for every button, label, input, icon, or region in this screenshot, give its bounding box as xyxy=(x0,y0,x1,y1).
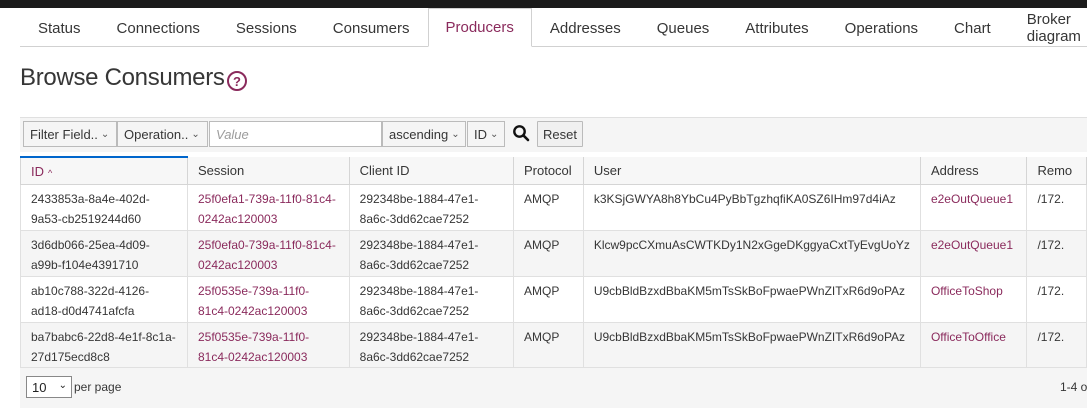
table-header-row: ID ^ Session Client ID Protocol User Addr… xyxy=(20,156,1087,185)
sort-field-label: ID xyxy=(474,126,487,142)
cell-remote: /172. xyxy=(1026,276,1087,323)
chevron-down-icon: ⌄ xyxy=(58,380,67,391)
cell-user: U9cbBldBzxdBbaKM5mTsSkBoFpwaePWnZITxR6d9… xyxy=(582,322,921,369)
per-page-label: per page xyxy=(74,380,122,394)
tab-broker-diagram[interactable]: Broker diagram xyxy=(1009,8,1087,47)
table-row: 3d6db066-25ea-4d09-a99b-f104e4391710 25f… xyxy=(20,230,1087,277)
cell-client-id: 292348be-1884-47e1-8a6c-3dd62cae7252 xyxy=(348,230,514,277)
column-header-protocol[interactable]: Protocol xyxy=(512,157,584,185)
table-row: ba7babc6-22d8-4e1f-8c1a-27d175ecd8c8 25f… xyxy=(20,322,1087,369)
reset-button[interactable]: Reset xyxy=(537,121,583,147)
sort-order-label: ascending xyxy=(389,126,449,142)
cell-remote: /172. xyxy=(1026,322,1087,369)
cell-protocol: AMQP xyxy=(512,230,584,277)
filter-field-dropdown[interactable]: Filter Field.. ⌄ xyxy=(23,121,117,147)
cell-address-link[interactable]: e2eOutQueue1 xyxy=(919,230,1028,277)
chevron-down-icon: ⌄ xyxy=(100,128,110,140)
sort-ascending-icon: ^ xyxy=(48,167,53,178)
column-header-client-id[interactable]: Client ID xyxy=(348,157,514,185)
nav-tabs: Status Connections Sessions Consumers Pr… xyxy=(20,8,1087,47)
filter-field-label: Filter Field.. xyxy=(30,126,98,142)
cell-client-id: 292348be-1884-47e1-8a6c-3dd62cae7252 xyxy=(348,276,514,323)
pagination-range: 1-4 o xyxy=(1060,380,1087,394)
sort-field-dropdown[interactable]: ID ⌄ xyxy=(467,121,505,147)
cell-session-link[interactable]: 25f0535e-739a-11f0-81c4-0242ac120003 xyxy=(186,276,350,323)
cell-client-id: 292348be-1884-47e1-8a6c-3dd62cae7252 xyxy=(348,322,514,369)
cell-client-id: 292348be-1884-47e1-8a6c-3dd62cae7252 xyxy=(348,184,514,231)
cell-user: k3KSjGWYA8h8YbCu4PyBbTgzhqfiKA0SZ6IHm97d… xyxy=(582,184,921,231)
cell-user: Klcw9pcCXmuAsCWTKDy1N2xGgeDKggyaCxtTyEvg… xyxy=(582,230,921,277)
cell-id: 2433853a-8a4e-402d-9a53-cb2519244d60 xyxy=(20,184,188,231)
filter-value-input[interactable]: Value xyxy=(209,121,382,147)
chevron-down-icon: ⌄ xyxy=(191,128,200,140)
cell-address-link[interactable]: e2eOutQueue1 xyxy=(919,184,1028,231)
cell-id: 3d6db066-25ea-4d09-a99b-f104e4391710 xyxy=(20,230,188,277)
tab-connections[interactable]: Connections xyxy=(99,8,218,47)
chevron-down-icon: ⌄ xyxy=(451,128,460,140)
tab-attributes[interactable]: Attributes xyxy=(727,8,826,47)
cell-user: U9cbBldBzxdBbaKM5mTsSkBoFpwaePWnZITxR6d9… xyxy=(582,276,921,323)
column-header-address[interactable]: Address xyxy=(919,157,1028,185)
column-header-user[interactable]: User xyxy=(582,157,921,185)
page-title: Browse Consumers xyxy=(20,64,225,91)
operation-dropdown[interactable]: Operation.. ⌄ xyxy=(117,121,208,147)
consumers-table: ID ^ Session Client ID Protocol User Addr… xyxy=(20,156,1087,369)
tab-consumers[interactable]: Consumers xyxy=(315,8,428,47)
cell-protocol: AMQP xyxy=(512,276,584,323)
pagination-bar xyxy=(20,367,1087,408)
tab-status[interactable]: Status xyxy=(20,8,99,47)
cell-id: ba7babc6-22d8-4e1f-8c1a-27d175ecd8c8 xyxy=(20,322,188,369)
tab-sessions[interactable]: Sessions xyxy=(218,8,315,47)
cell-address-link[interactable]: OfficeToShop xyxy=(919,276,1028,323)
per-page-value: 10 xyxy=(32,379,47,395)
operation-label: Operation.. xyxy=(124,126,189,142)
column-header-remote[interactable]: Remo xyxy=(1026,157,1087,185)
tab-producers[interactable]: Producers xyxy=(427,8,532,47)
cell-id: ab10c788-322d-4126-ad18-d0d4741afcfa xyxy=(20,276,188,323)
cell-protocol: AMQP xyxy=(512,184,584,231)
top-bar xyxy=(0,0,1087,8)
filter-value-placeholder: Value xyxy=(216,126,249,142)
tab-operations[interactable]: Operations xyxy=(827,8,936,47)
table-row: ab10c788-322d-4126-ad18-d0d4741afcfa 25f… xyxy=(20,276,1087,323)
chevron-down-icon: ⌄ xyxy=(490,128,499,140)
sort-order-dropdown[interactable]: ascending ⌄ xyxy=(382,121,466,147)
question-circle-icon[interactable]: ? xyxy=(227,71,247,91)
tab-chart[interactable]: Chart xyxy=(936,8,1009,47)
cell-remote: /172. xyxy=(1026,230,1087,277)
column-header-id[interactable]: ID ^ xyxy=(20,156,188,185)
column-header-session[interactable]: Session xyxy=(186,157,350,185)
tab-addresses[interactable]: Addresses xyxy=(532,8,639,47)
search-icon[interactable] xyxy=(512,124,530,142)
cell-address-link[interactable]: OfficeToOffice xyxy=(919,322,1028,369)
cell-session-link[interactable]: 25f0efa1-739a-11f0-81c4-0242ac120003 xyxy=(186,184,350,231)
per-page-select[interactable]: 10 ⌄ xyxy=(26,376,72,398)
cell-protocol: AMQP xyxy=(512,322,584,369)
table-row: 2433853a-8a4e-402d-9a53-cb2519244d60 25f… xyxy=(20,184,1087,231)
cell-session-link[interactable]: 25f0535e-739a-11f0-81c4-0242ac120003 xyxy=(186,322,350,369)
tab-queues[interactable]: Queues xyxy=(639,8,728,47)
cell-session-link[interactable]: 25f0efa0-739a-11f0-81c4-0242ac120003 xyxy=(186,230,350,277)
cell-remote: /172. xyxy=(1026,184,1087,231)
column-label: ID xyxy=(31,163,44,179)
